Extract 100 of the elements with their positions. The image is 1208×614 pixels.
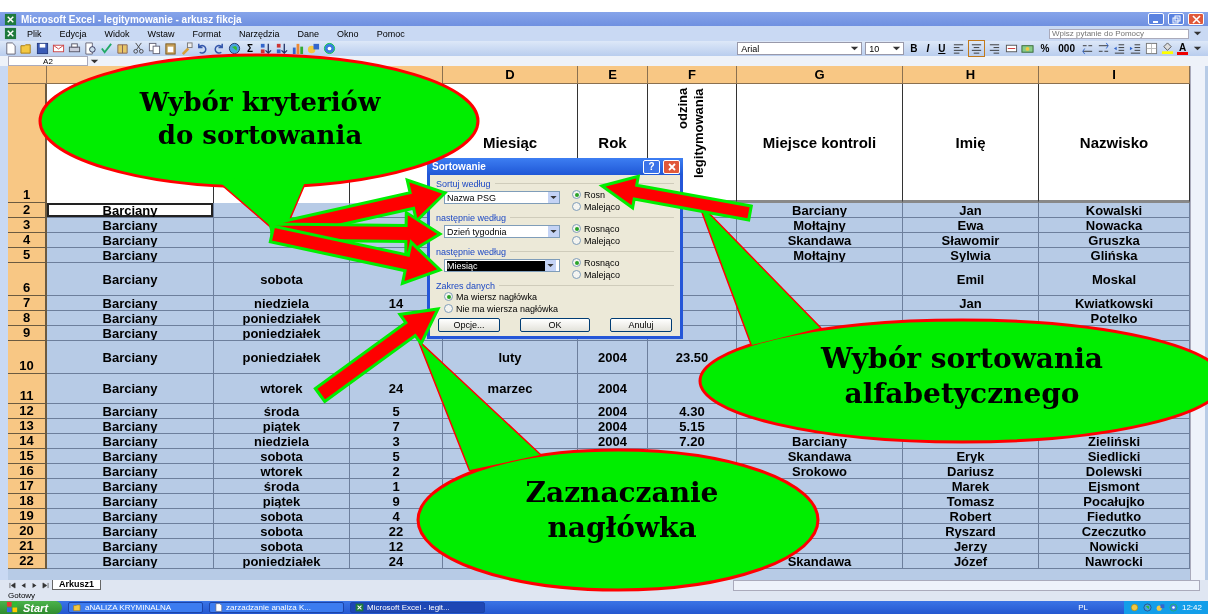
row-number[interactable]: 17	[8, 479, 47, 494]
menu-item[interactable]: Narzędzia	[231, 28, 288, 39]
bold-button[interactable]: B	[907, 42, 921, 55]
table-cell: 2004	[578, 434, 648, 449]
table-cell: Ewa	[903, 218, 1039, 233]
language-indicator[interactable]: PL	[1078, 603, 1088, 612]
radio-label[interactable]: Malejąco	[584, 269, 621, 280]
sort-field[interactable]: Nazwa PSG	[444, 191, 560, 204]
row-number[interactable]: 11	[8, 374, 47, 404]
dialog-button[interactable]: OK	[520, 318, 590, 332]
table-cell: 1	[350, 479, 443, 494]
table-cell: 2004	[578, 341, 648, 374]
help-button[interactable]: ?	[643, 159, 660, 174]
table-cell: Barciany	[47, 248, 214, 263]
column-header[interactable]: I	[1039, 66, 1190, 84]
sort-field[interactable]: Dzień tygodnia	[444, 225, 560, 238]
row-number[interactable]: 9	[8, 326, 47, 341]
radio-label[interactable]: Malejąco	[584, 201, 621, 212]
dialog-button[interactable]: Anuluj	[610, 318, 672, 332]
table-cell: Barciany	[47, 263, 214, 296]
menu-item[interactable]: Plik	[19, 28, 50, 39]
row-number[interactable]: 6	[8, 263, 47, 296]
table-cell: 24	[350, 554, 443, 569]
start-button[interactable]: Start	[0, 601, 63, 614]
table-cell: Gruszka	[1039, 233, 1190, 248]
column-header[interactable]: F	[648, 66, 737, 84]
radio-label[interactable]: Rosnąco	[584, 257, 620, 268]
row-number[interactable]: 10	[8, 341, 47, 374]
radio-label[interactable]: Malejąco	[584, 235, 621, 246]
row-number[interactable]: 19	[8, 509, 47, 524]
taskbar-button[interactable]: zarzadzanie analiza K...	[209, 602, 345, 613]
font-field[interactable]: Arial	[737, 42, 863, 55]
menu-item[interactable]: Dane	[289, 28, 328, 39]
underline-button[interactable]: U	[935, 42, 949, 55]
group-label: następnie według	[436, 246, 507, 257]
column-header[interactable]: D	[443, 66, 578, 84]
autosum-button[interactable]: Σ	[244, 42, 256, 55]
column-header[interactable]: E	[578, 66, 648, 84]
table-cell: środa	[214, 404, 350, 419]
column-title: Miejsce kontroli	[737, 84, 903, 203]
menu-item[interactable]: Widok	[96, 28, 138, 39]
row-number[interactable]: 8	[8, 311, 47, 326]
row-number[interactable]: 16	[8, 464, 47, 479]
group-label: Zakres danych	[436, 280, 496, 291]
row-number[interactable]: 18	[8, 494, 47, 509]
column-header[interactable]: G	[737, 66, 903, 84]
radio-label[interactable]: Nie ma wiersza nagłówka	[456, 303, 559, 314]
column-header[interactable]: H	[903, 66, 1039, 84]
menu-item[interactable]: Format	[184, 28, 230, 39]
row-number[interactable]: 14	[8, 434, 47, 449]
menu-item[interactable]: Okno	[329, 28, 367, 39]
table-cell: Barciany	[47, 554, 214, 569]
thousands-button[interactable]: 000	[1055, 42, 1078, 55]
table-cell: 2004	[578, 404, 648, 419]
help-search-field[interactable]: Wpisz pytanie do Pomocy	[1049, 28, 1189, 39]
row-number[interactable]: 15	[8, 449, 47, 464]
table-cell: sobota	[214, 449, 350, 464]
row-number[interactable]: 1	[8, 84, 47, 203]
taskbar-button[interactable]: Microsoft Excel - legit...	[350, 602, 486, 613]
table-cell: poniedziałek	[214, 311, 350, 326]
menu-item[interactable]: Pomoc	[368, 28, 413, 39]
row-number[interactable]: 5	[8, 248, 47, 263]
taskbar-button[interactable]: aNALIZA KRYMINALNA	[68, 602, 204, 613]
table-cell: niedziela	[214, 434, 350, 449]
font-size-field[interactable]: 10	[865, 42, 905, 55]
table-cell: Barciany	[47, 494, 214, 509]
table-cell: Barciany	[47, 341, 214, 374]
table-cell: 5	[350, 404, 443, 419]
radio-label[interactable]: Rosnąco	[584, 223, 620, 234]
radio-label[interactable]: Ma wiersz nagłówka	[456, 291, 538, 302]
dialog-button[interactable]: Opcje...	[438, 318, 500, 332]
menu-item[interactable]: Wstaw	[139, 28, 183, 39]
row-number[interactable]: 4	[8, 233, 47, 248]
table-cell: Barciany	[47, 326, 214, 341]
table-cell: Barciany	[47, 479, 214, 494]
table-cell: Kwiatkowski	[1039, 296, 1190, 311]
menu-item[interactable]: Edycja	[51, 28, 95, 39]
table-cell: niedziela	[214, 296, 350, 311]
column-title: Imię	[903, 84, 1039, 203]
table-cell: piątek	[214, 494, 350, 509]
row-number[interactable]: 20	[8, 524, 47, 539]
row-number[interactable]: 7	[8, 296, 47, 311]
percent-button[interactable]: %	[1037, 42, 1053, 55]
italic-button[interactable]: I	[923, 42, 933, 55]
row-number[interactable]: 2	[8, 203, 47, 218]
row-number[interactable]: 3	[8, 218, 47, 233]
sort-field[interactable]: Miesiąc	[444, 259, 560, 272]
table-cell: Czeczutko	[1039, 524, 1190, 539]
table-cell: Moskal	[1039, 263, 1190, 296]
font-color-button[interactable]: A	[1177, 42, 1188, 55]
table-cell: Mołtajny	[737, 218, 903, 233]
row-number[interactable]: 12	[8, 404, 47, 419]
row-number[interactable]: 22	[8, 554, 47, 569]
table-cell: Barciany	[47, 419, 214, 434]
table-cell: Skandawa	[737, 449, 903, 464]
row-number[interactable]: 21	[8, 539, 47, 554]
table-cell: poniedziałek	[214, 341, 350, 374]
radio-label[interactable]: Rosn	[584, 189, 605, 200]
row-number[interactable]: 13	[8, 419, 47, 434]
table-cell: Barciany	[47, 203, 214, 218]
